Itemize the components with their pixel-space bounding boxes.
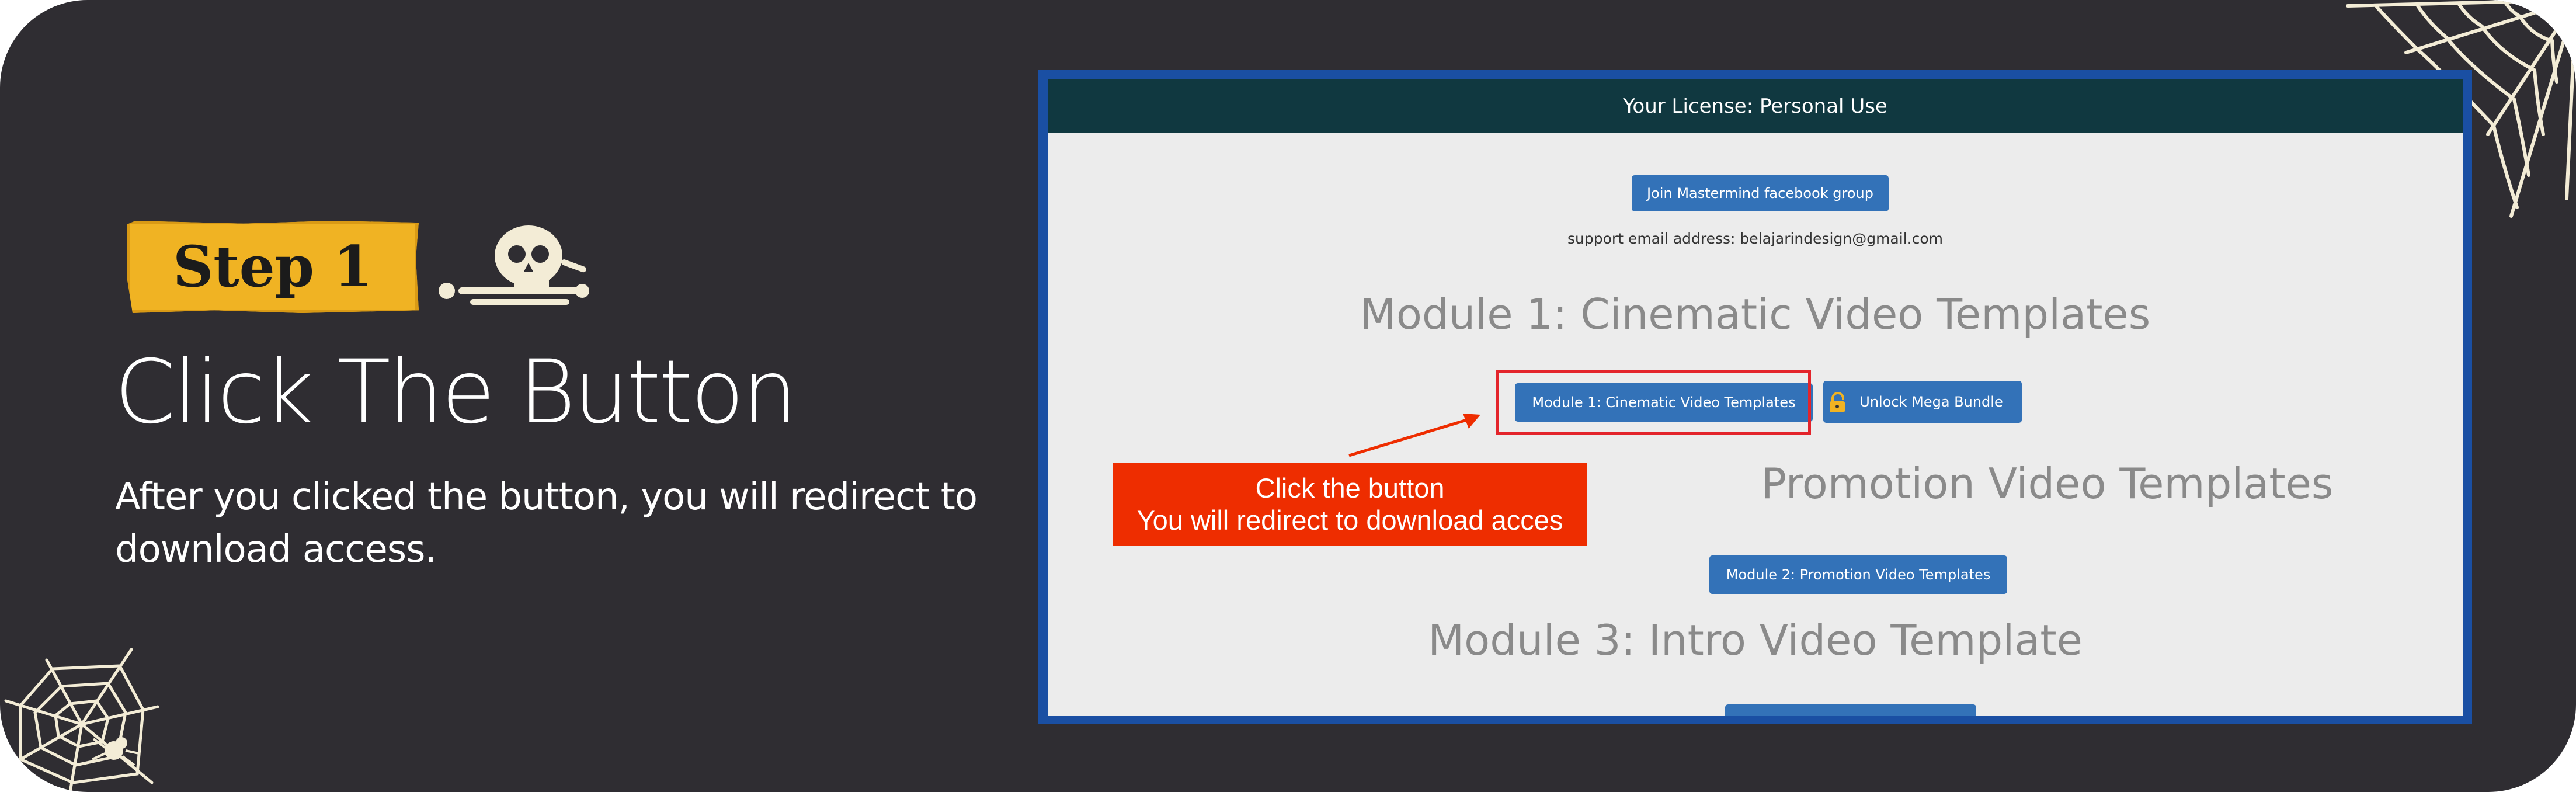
license-bar: Your License: Personal Use [1048,79,2463,133]
support-email-text: support email address: belajarindesign@g… [1567,230,1943,247]
spider-web-icon [0,648,159,792]
skeleton-icon [439,225,589,305]
module2-button[interactable]: Module 2: Promotion Video Templates [1709,555,2007,594]
module1-heading: Module 1: Cinematic Video Templates [1360,290,2151,339]
step-badge: Step 1 [127,221,419,313]
callout-line-2: You will redirect to download acces [1136,505,1563,536]
callout-annotation: Click the button You will redirect to do… [1113,463,1587,546]
page-title: Click The Button [114,342,798,443]
instruction-card: Step 1 Click The Button After you clicke… [0,0,2576,792]
description-text: After you clicked the button, you will r… [115,475,978,571]
lock-icon [1830,392,1845,412]
step-label: Step 1 [172,234,373,300]
join-group-button[interactable]: Join Mastermind facebook group [1632,175,1889,211]
module3-button[interactable] [1725,704,1976,716]
callout-line-1: Click the button [1255,473,1445,503]
screenshot-content: Your License: Personal Use Join Mastermi… [1048,79,2463,716]
arrow-icon [1348,414,1480,457]
unlock-mega-bundle-button[interactable]: Unlock Mega Bundle [1823,381,2022,423]
highlight-box [1496,370,1811,435]
module3-heading: Module 3: Intro Video Template [1428,616,2083,665]
website-screenshot: Your License: Personal Use Join Mastermi… [1038,70,2472,724]
